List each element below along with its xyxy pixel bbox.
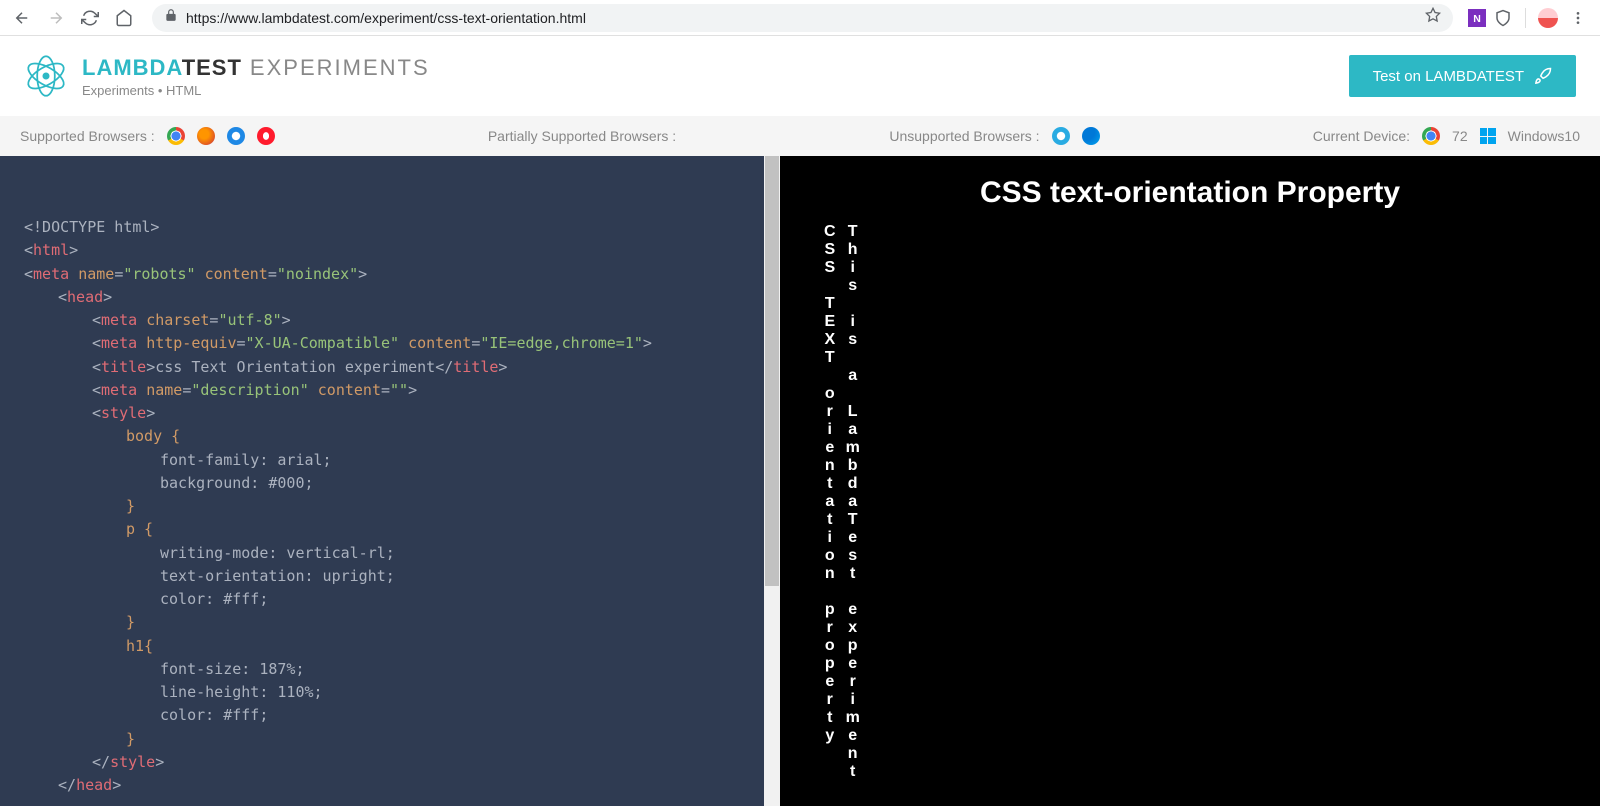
back-button[interactable] <box>8 4 36 32</box>
forward-button[interactable] <box>42 4 70 32</box>
firefox-icon <box>197 127 215 145</box>
ie-icon <box>1052 127 1070 145</box>
logo-area[interactable]: LAMBDATESTEXPERIMENTS Experiments • HTML <box>24 54 430 98</box>
safari-icon <box>227 127 245 145</box>
profile-avatar-icon[interactable] <box>1538 8 1558 28</box>
scrollbar-thumb[interactable] <box>765 156 779 586</box>
chrome-menu-button[interactable] <box>1564 4 1592 32</box>
browser-chrome-bar: https://www.lambdatest.com/experiment/cs… <box>0 0 1600 36</box>
code-content[interactable]: <!DOCTYPE html><html><meta name="robots"… <box>0 156 780 806</box>
opera-icon <box>257 127 275 145</box>
reload-button[interactable] <box>76 4 104 32</box>
test-on-lambdatest-button[interactable]: Test on LAMBDATEST <box>1349 55 1576 97</box>
unsupported-label: Unsupported Browsers : <box>889 128 1039 144</box>
main-split: <!DOCTYPE html><html><meta name="robots"… <box>0 156 1600 806</box>
windows-icon <box>1480 128 1496 144</box>
vertical-text-col-2: ThisisaLambdaTestexperiment <box>846 222 860 780</box>
browser-support-bar: Supported Browsers : Partially Supported… <box>0 116 1600 156</box>
rocket-icon <box>1534 67 1552 85</box>
site-header: LAMBDATESTEXPERIMENTS Experiments • HTML… <box>0 36 1600 116</box>
preview-heading: CSS text-orientation Property <box>804 176 1576 210</box>
partial-label: Partially Supported Browsers : <box>488 128 676 144</box>
lambdatest-logo-icon <box>24 54 68 98</box>
vertical-text-col-1: CSSTEXTorientationproperty <box>824 222 836 780</box>
lock-icon <box>164 8 178 27</box>
scrollbar-track[interactable] <box>764 156 780 806</box>
brand-title: LAMBDATESTEXPERIMENTS <box>82 55 430 81</box>
home-button[interactable] <box>110 4 138 32</box>
edge-icon <box>1082 127 1100 145</box>
breadcrumb[interactable]: Experiments • HTML <box>82 83 430 98</box>
url-text: https://www.lambdatest.com/experiment/cs… <box>186 10 1417 26</box>
chrome-icon <box>1422 127 1440 145</box>
chrome-icon <box>167 127 185 145</box>
preview-pane: CSS text-orientation Property CSSTEXTori… <box>780 156 1600 806</box>
device-os: Windows10 <box>1508 128 1580 144</box>
device-version: 72 <box>1452 128 1468 144</box>
address-bar[interactable]: https://www.lambdatest.com/experiment/cs… <box>152 4 1453 32</box>
svg-text:N: N <box>1473 12 1481 24</box>
extension-onenote-icon[interactable]: N <box>1467 8 1487 28</box>
code-editor-pane[interactable]: <!DOCTYPE html><html><meta name="robots"… <box>0 156 780 806</box>
bookmark-star-icon[interactable] <box>1425 7 1441 28</box>
device-label: Current Device: <box>1313 128 1410 144</box>
divider <box>1525 8 1526 28</box>
extension-shield-icon[interactable] <box>1493 8 1513 28</box>
supported-label: Supported Browsers : <box>20 128 155 144</box>
